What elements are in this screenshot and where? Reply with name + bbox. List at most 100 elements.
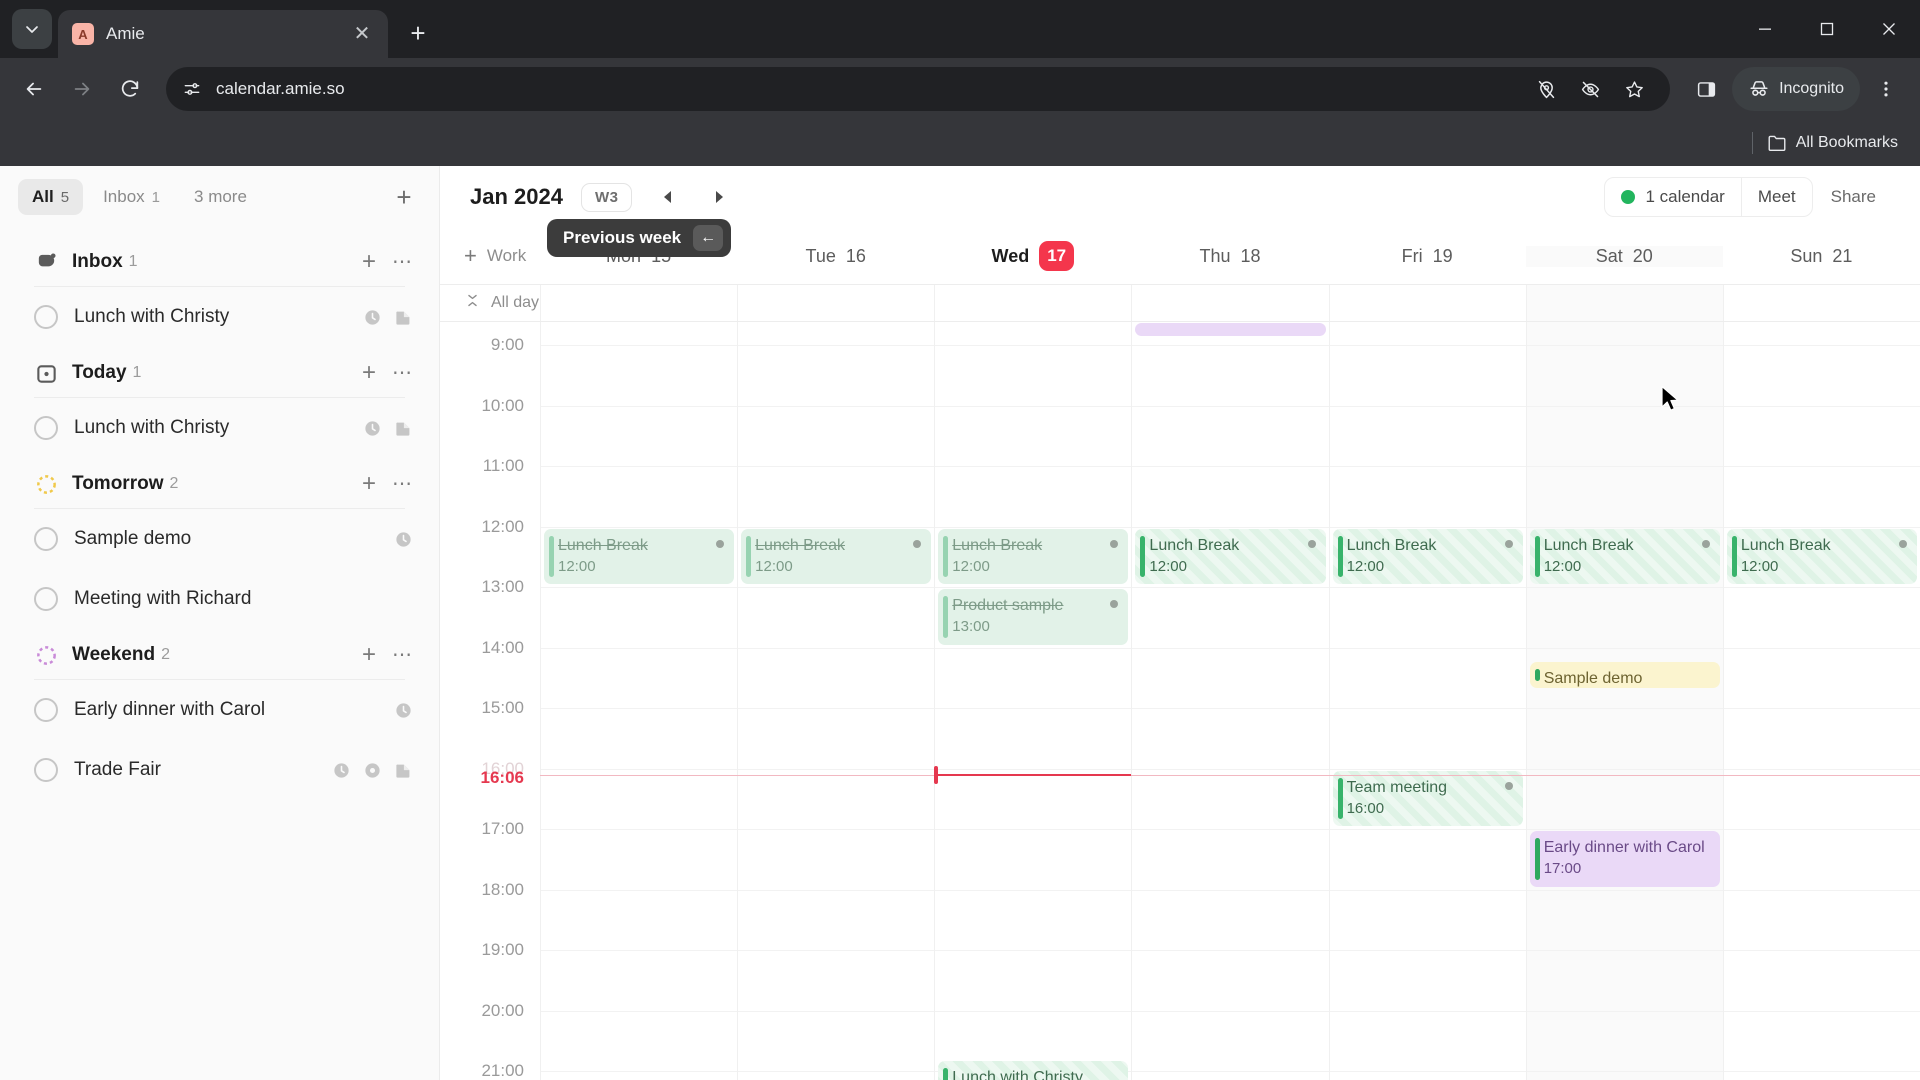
sidebar-tab-all[interactable]: All 5: [18, 179, 84, 215]
calendar-count-button[interactable]: 1 calendar: [1605, 178, 1740, 216]
all-day-cell[interactable]: [737, 285, 934, 321]
all-day-cell[interactable]: [934, 285, 1131, 321]
tab-search-chevron-down-icon[interactable]: [12, 9, 52, 49]
all-day-label[interactable]: All day: [440, 285, 540, 321]
sidebar-group-inbox[interactable]: Inbox 1 + ⋯: [0, 236, 439, 286]
site-settings-icon[interactable]: [182, 79, 202, 99]
task-checkbox[interactable]: [34, 587, 58, 611]
calendar-event[interactable]: Team meeting 16:00: [1332, 770, 1523, 826]
incognito-indicator[interactable]: Incognito: [1732, 67, 1860, 111]
week-grid[interactable]: Lunch Break 12:00 Lunch Break 12:00 Lunch Br…: [540, 322, 1920, 1080]
all-day-cell[interactable]: [540, 285, 737, 321]
calendar-event[interactable]: Lunch Break 12:00: [1726, 528, 1917, 584]
browser-tab-amie[interactable]: A Amie ✕: [58, 10, 388, 58]
document-icon[interactable]: [394, 308, 413, 327]
list-item[interactable]: Lunch with Christy: [0, 287, 439, 347]
calendar-event[interactable]: Lunch Break 12:00: [1529, 528, 1720, 584]
calendar-event[interactable]: Lunch Break 12:00: [1135, 528, 1326, 584]
calendar-event[interactable]: Lunch Break 12:00: [938, 528, 1129, 584]
group-more-options-icon[interactable]: ⋯: [392, 474, 413, 494]
task-checkbox[interactable]: [34, 758, 58, 782]
sidebar-group-today[interactable]: Today 1 + ⋯: [0, 347, 439, 397]
collapse-icon[interactable]: [464, 292, 481, 314]
tab-close-icon[interactable]: ✕: [350, 24, 374, 44]
task-checkbox[interactable]: [34, 305, 58, 329]
day-column-fri[interactable]: Lunch Break 12:00 Team meeting 16:00: [1328, 322, 1526, 1080]
day-column-wed[interactable]: Lunch Break 12:00 Product sample 13:00 Lunch…: [934, 322, 1132, 1080]
day-column-sun[interactable]: Lunch Break 12:00: [1722, 322, 1920, 1080]
sidebar-group-weekend[interactable]: Weekend 2 + ⋯: [0, 629, 439, 679]
address-bar[interactable]: calendar.amie.so: [166, 67, 1671, 111]
all-day-cell[interactable]: [1131, 285, 1328, 321]
minimize-icon[interactable]: [1734, 0, 1796, 58]
share-button[interactable]: Share: [1813, 178, 1894, 216]
sidebar-tab-more[interactable]: 3 more: [180, 179, 261, 215]
task-checkbox[interactable]: [34, 416, 58, 440]
three-dot-menu-icon[interactable]: [1864, 67, 1908, 111]
calendar-event[interactable]: Lunch Break 12:00: [1332, 528, 1523, 584]
sidebar-tab-inbox[interactable]: Inbox 1: [89, 179, 174, 215]
clock-icon[interactable]: [394, 701, 413, 720]
calendar-grid-body[interactable]: 9:00 10:00 11:00 12:00 13:00 14:00 15:00 16:00 1…: [440, 322, 1920, 1080]
day-column-sat[interactable]: Lunch Break 12:00 Sample demo Early dinner …: [1525, 322, 1723, 1080]
maximize-icon[interactable]: [1796, 0, 1858, 58]
add-list-icon[interactable]: +: [387, 180, 421, 214]
new-tab-icon[interactable]: +: [398, 13, 438, 53]
clock-icon[interactable]: [394, 530, 413, 549]
location-blocked-icon[interactable]: [1526, 69, 1566, 109]
day-header-sat-20[interactable]: Sat 20: [1525, 245, 1723, 267]
all-bookmarks-button[interactable]: All Bookmarks: [1767, 134, 1898, 152]
add-task-icon[interactable]: +: [362, 250, 376, 274]
star-icon[interactable]: [1614, 69, 1654, 109]
add-category-icon[interactable]: +: [464, 243, 477, 269]
next-week-button[interactable]: [702, 180, 736, 214]
document-icon[interactable]: [394, 761, 413, 780]
day-header-fri-19[interactable]: Fri 19: [1329, 246, 1526, 267]
list-item[interactable]: Sample demo: [0, 509, 439, 569]
list-item[interactable]: Meeting with Richard: [0, 569, 439, 629]
forward-arrow-icon[interactable]: [60, 67, 104, 111]
calendar-event[interactable]: Sample demo: [1529, 661, 1720, 689]
week-number-pill[interactable]: W3: [580, 182, 633, 212]
day-header-wed-17[interactable]: Wed 17: [934, 241, 1131, 271]
sidebar-group-tomorrow[interactable]: Tomorrow 2 + ⋯: [0, 458, 439, 508]
calendar-event[interactable]: Early dinner with Carol 17:00: [1529, 831, 1720, 887]
reload-icon[interactable]: [108, 67, 152, 111]
add-task-icon[interactable]: +: [362, 643, 376, 667]
clock-icon[interactable]: [363, 419, 382, 438]
list-item[interactable]: Trade Fair: [0, 740, 439, 800]
eye-slash-icon[interactable]: [1570, 69, 1610, 109]
calendar-event[interactable]: Product sample 13:00: [938, 589, 1129, 645]
calendar-event[interactable]: Lunch Break 12:00: [544, 528, 735, 584]
recurring-icon[interactable]: [363, 761, 382, 780]
day-column-tue[interactable]: Lunch Break 12:00: [737, 322, 935, 1080]
list-item[interactable]: Early dinner with Carol: [0, 680, 439, 740]
all-day-cell[interactable]: [1328, 285, 1526, 321]
window-close-icon[interactable]: [1858, 0, 1920, 58]
clock-icon[interactable]: [363, 308, 382, 327]
group-more-options-icon[interactable]: ⋯: [392, 645, 413, 665]
day-header-sun-21[interactable]: Sun 21: [1723, 246, 1920, 267]
task-checkbox[interactable]: [34, 698, 58, 722]
group-more-options-icon[interactable]: ⋯: [392, 363, 413, 383]
day-column-thu[interactable]: Lunch Break 12:00: [1131, 322, 1329, 1080]
list-item[interactable]: Lunch with Christy: [0, 398, 439, 458]
group-more-options-icon[interactable]: ⋯: [392, 252, 413, 272]
all-day-cell[interactable]: [1722, 285, 1920, 321]
back-arrow-icon[interactable]: [12, 67, 56, 111]
meet-button[interactable]: Meet: [1740, 178, 1812, 216]
work-category-label[interactable]: + Work: [440, 243, 540, 269]
task-checkbox[interactable]: [34, 527, 58, 551]
document-icon[interactable]: [394, 419, 413, 438]
day-header-tue-16[interactable]: Tue 16: [737, 246, 934, 267]
calendar-event[interactable]: [1135, 322, 1326, 336]
add-task-icon[interactable]: +: [362, 472, 376, 496]
side-panel-icon[interactable]: [1684, 67, 1728, 111]
calendar-event[interactable]: Lunch with Christy: [938, 1060, 1129, 1080]
day-column-mon[interactable]: Lunch Break 12:00: [540, 322, 738, 1080]
day-header-thu-18[interactable]: Thu 18: [1131, 246, 1328, 267]
previous-week-button[interactable]: [650, 180, 684, 214]
calendar-event[interactable]: Lunch Break 12:00: [741, 528, 932, 584]
add-task-icon[interactable]: +: [362, 361, 376, 385]
clock-icon[interactable]: [332, 761, 351, 780]
